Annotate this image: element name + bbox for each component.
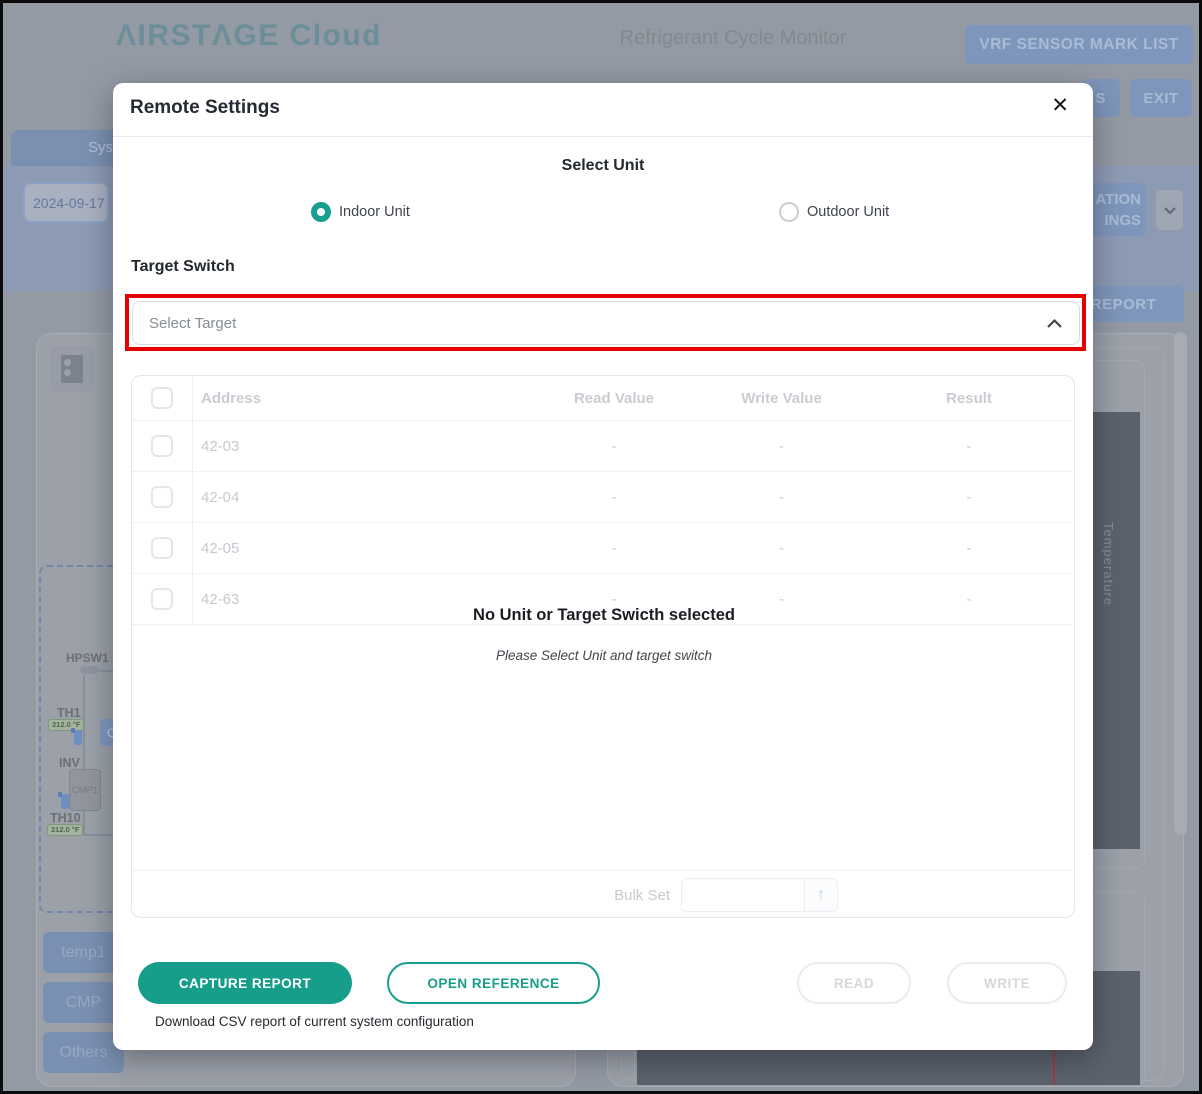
select-placeholder: Select Target: [149, 315, 236, 332]
temperature-axis-label: Temperature: [1101, 522, 1116, 606]
operation-settings-line2: INGS: [1104, 210, 1141, 231]
target-switch-select[interactable]: Select Target: [132, 301, 1080, 345]
chart-scrollbar[interactable]: [1174, 332, 1187, 835]
radio-unselected-icon: [779, 202, 799, 222]
operation-settings-button-partial[interactable]: ATION INGS: [1086, 183, 1146, 236]
row-result: -: [864, 489, 1074, 506]
remote-settings-dialog: Remote Settings ✕ Select Unit Indoor Uni…: [113, 83, 1093, 1050]
row-address: 42-03: [193, 438, 529, 455]
write-button[interactable]: WRITE: [947, 962, 1067, 1004]
row-read: -: [529, 540, 699, 557]
cmp1-compressor-box: CMP1: [69, 769, 101, 811]
row-result: -: [864, 540, 1074, 557]
bulk-set-row: Bulk Set ↑: [132, 870, 1076, 919]
legend-button-others[interactable]: Others: [43, 1032, 124, 1073]
close-icon[interactable]: ✕: [1051, 95, 1069, 116]
pipe-line-vertical: [83, 675, 85, 835]
row-result: -: [864, 591, 1074, 608]
inv-label: INV: [59, 756, 80, 770]
pipe-line-horizontal: [83, 834, 113, 836]
legend-button-cmp[interactable]: CMP: [43, 982, 124, 1023]
legend-button-temp1[interactable]: temp1: [43, 932, 124, 973]
tab-system[interactable]: Syst: [11, 130, 128, 166]
date-picker[interactable]: 2024-09-17: [23, 182, 109, 223]
chevron-down-icon: [1163, 206, 1177, 215]
table-row: 42-04 - - -: [132, 472, 1074, 523]
radio-indoor-label: Indoor Unit: [339, 204, 410, 220]
app-window: ΛIRSTΛGE Cloud Refrigerant Cycle Monitor…: [0, 0, 1202, 1094]
row-write: -: [699, 489, 864, 506]
row-write: -: [699, 591, 864, 608]
empty-state-title: No Unit or Target Swicth selected: [132, 606, 1076, 625]
hpsw1-label: HPSW1: [66, 651, 109, 665]
chevron-up-icon: [1046, 318, 1063, 329]
row-address: 42-05: [193, 540, 529, 557]
airstage-cloud-logo: ΛIRSTΛGE Cloud: [116, 19, 382, 53]
radio-indoor-unit[interactable]: Indoor Unit: [311, 202, 410, 222]
open-reference-button[interactable]: OPEN REFERENCE: [387, 962, 600, 1004]
select-unit-heading: Select Unit: [113, 157, 1093, 175]
hpsw1-switch-icon: [79, 665, 100, 675]
row-address: 42-63: [193, 591, 529, 608]
row-checkbox[interactable]: [151, 486, 173, 508]
col-address: Address: [193, 390, 529, 407]
th1-label: TH1: [57, 706, 81, 720]
table-row: 42-03 - - -: [132, 421, 1074, 472]
arrow-up-icon[interactable]: ↑: [804, 879, 837, 911]
th10-sensor-icon: [61, 794, 69, 809]
switch-table: Address Read Value Write Value Result 42…: [131, 375, 1075, 918]
operation-settings-line1: ATION: [1095, 189, 1141, 210]
row-checkbox[interactable]: [151, 537, 173, 559]
select-all-checkbox[interactable]: [151, 387, 173, 409]
vrf-sensor-mark-list-button[interactable]: VRF SENSOR MARK LIST: [965, 25, 1193, 64]
radio-selected-icon: [311, 202, 331, 222]
csv-note: Download CSV report of current system co…: [155, 1014, 474, 1029]
capture-report-button[interactable]: CAPTURE REPORT: [138, 962, 352, 1004]
title-divider: [113, 136, 1093, 137]
th10-label: TH10: [50, 811, 81, 825]
col-write-value: Write Value: [699, 390, 864, 407]
row-read: -: [529, 438, 699, 455]
bulk-set-label: Bulk Set: [614, 887, 670, 904]
row-write: -: [699, 438, 864, 455]
row-checkbox[interactable]: [151, 435, 173, 457]
target-switch-heading: Target Switch: [131, 258, 235, 276]
read-button[interactable]: READ: [797, 962, 911, 1004]
row-address: 42-04: [193, 489, 529, 506]
pipe-line-hpsw: [99, 670, 113, 672]
row-read: -: [529, 489, 699, 506]
empty-state-subtitle: Please Select Unit and target switch: [132, 648, 1076, 663]
col-result: Result: [864, 390, 1074, 407]
row-result: -: [864, 438, 1074, 455]
bulk-set-input[interactable]: [682, 879, 804, 911]
radio-outdoor-unit[interactable]: Outdoor Unit: [779, 202, 889, 222]
radio-outdoor-label: Outdoor Unit: [807, 204, 889, 220]
page-title: Refrigerant Cycle Monitor: [603, 27, 863, 50]
th1-sensor-icon: [74, 730, 82, 745]
col-read-value: Read Value: [529, 390, 699, 407]
table-header-row: Address Read Value Write Value Result: [132, 376, 1074, 421]
row-read: -: [529, 591, 699, 608]
table-row: 42-05 - - -: [132, 523, 1074, 574]
outdoor-unit-icon: [49, 345, 95, 393]
row-write: -: [699, 540, 864, 557]
exit-button[interactable]: EXIT: [1130, 79, 1192, 117]
th10-temperature-badge: 212.0 °F: [47, 824, 83, 836]
dialog-title: Remote Settings: [130, 97, 280, 119]
unit-dropdown-button[interactable]: [1155, 189, 1184, 231]
